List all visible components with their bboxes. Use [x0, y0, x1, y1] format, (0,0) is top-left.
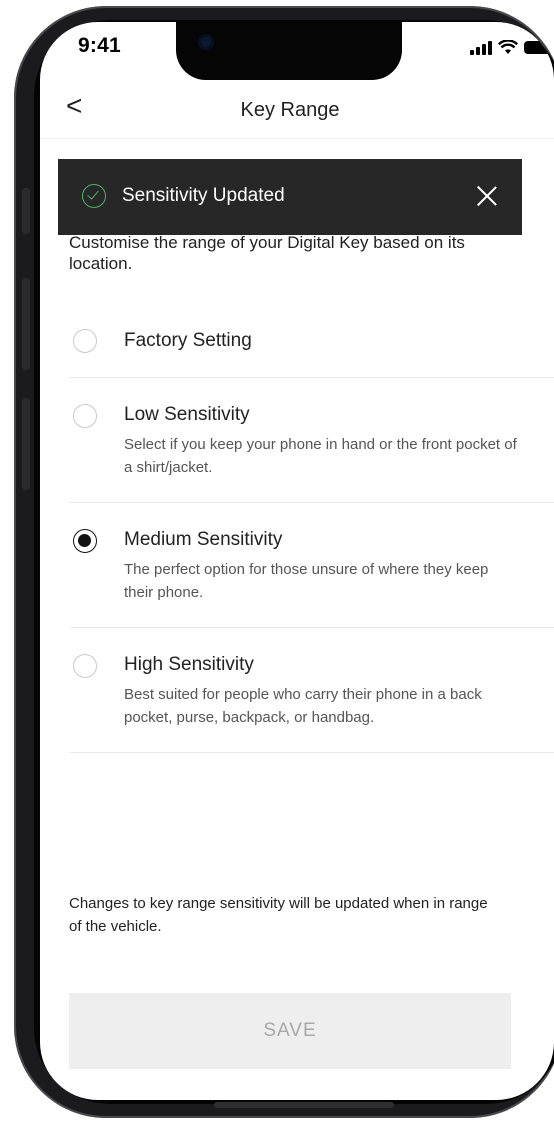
close-icon[interactable] — [470, 179, 504, 213]
sync-note: Changes to key range sensitivity will be… — [69, 895, 488, 935]
front-camera-icon — [198, 34, 214, 50]
notch — [176, 22, 402, 80]
radio-factory-setting[interactable] — [73, 329, 97, 353]
screen: 9:41 < Key Range Customise the range of … — [40, 22, 554, 1100]
save-button-label: SAVE — [263, 1020, 317, 1041]
option-description: Best suited for people who carry their p… — [124, 686, 482, 726]
volume-up-button — [22, 278, 30, 370]
radio-low-sensitivity[interactable] — [73, 404, 97, 428]
cellular-signal-icon — [470, 40, 492, 55]
page-title: Key Range — [240, 99, 340, 121]
option-description: Select if you keep your phone in hand or… — [124, 436, 517, 476]
option-high-sensitivity[interactable]: High Sensitivity Best suited for people … — [69, 628, 554, 753]
save-button[interactable]: SAVE — [69, 993, 511, 1069]
option-factory-setting[interactable]: Factory Setting — [69, 302, 554, 378]
radio-medium-sensitivity[interactable] — [73, 529, 97, 553]
mute-switch — [22, 188, 30, 234]
bottom-groove — [214, 1102, 394, 1108]
option-label: High Sensitivity — [124, 654, 254, 675]
option-label: Factory Setting — [124, 330, 252, 351]
toast-message: Sensitivity Updated — [122, 185, 285, 206]
nav-header: < Key Range — [40, 82, 554, 139]
option-description: The perfect option for those unsure of w… — [124, 561, 489, 601]
option-label: Low Sensitivity — [124, 404, 250, 425]
wifi-icon — [498, 40, 518, 54]
intro-text: Customise the range of your Digital Key … — [69, 233, 529, 278]
success-toast: Sensitivity Updated — [58, 159, 522, 235]
status-time: 9:41 — [78, 34, 121, 57]
sensitivity-options: Factory Setting Low Sensitivity Select i… — [69, 302, 554, 753]
check-circle-icon — [82, 184, 106, 208]
battery-icon — [524, 41, 554, 54]
radio-high-sensitivity[interactable] — [73, 654, 97, 678]
option-medium-sensitivity[interactable]: Medium Sensitivity The perfect option fo… — [69, 503, 554, 628]
status-icons — [470, 40, 554, 55]
option-low-sensitivity[interactable]: Low Sensitivity Select if you keep your … — [69, 378, 554, 503]
volume-down-button — [22, 398, 30, 490]
option-label: Medium Sensitivity — [124, 529, 283, 550]
